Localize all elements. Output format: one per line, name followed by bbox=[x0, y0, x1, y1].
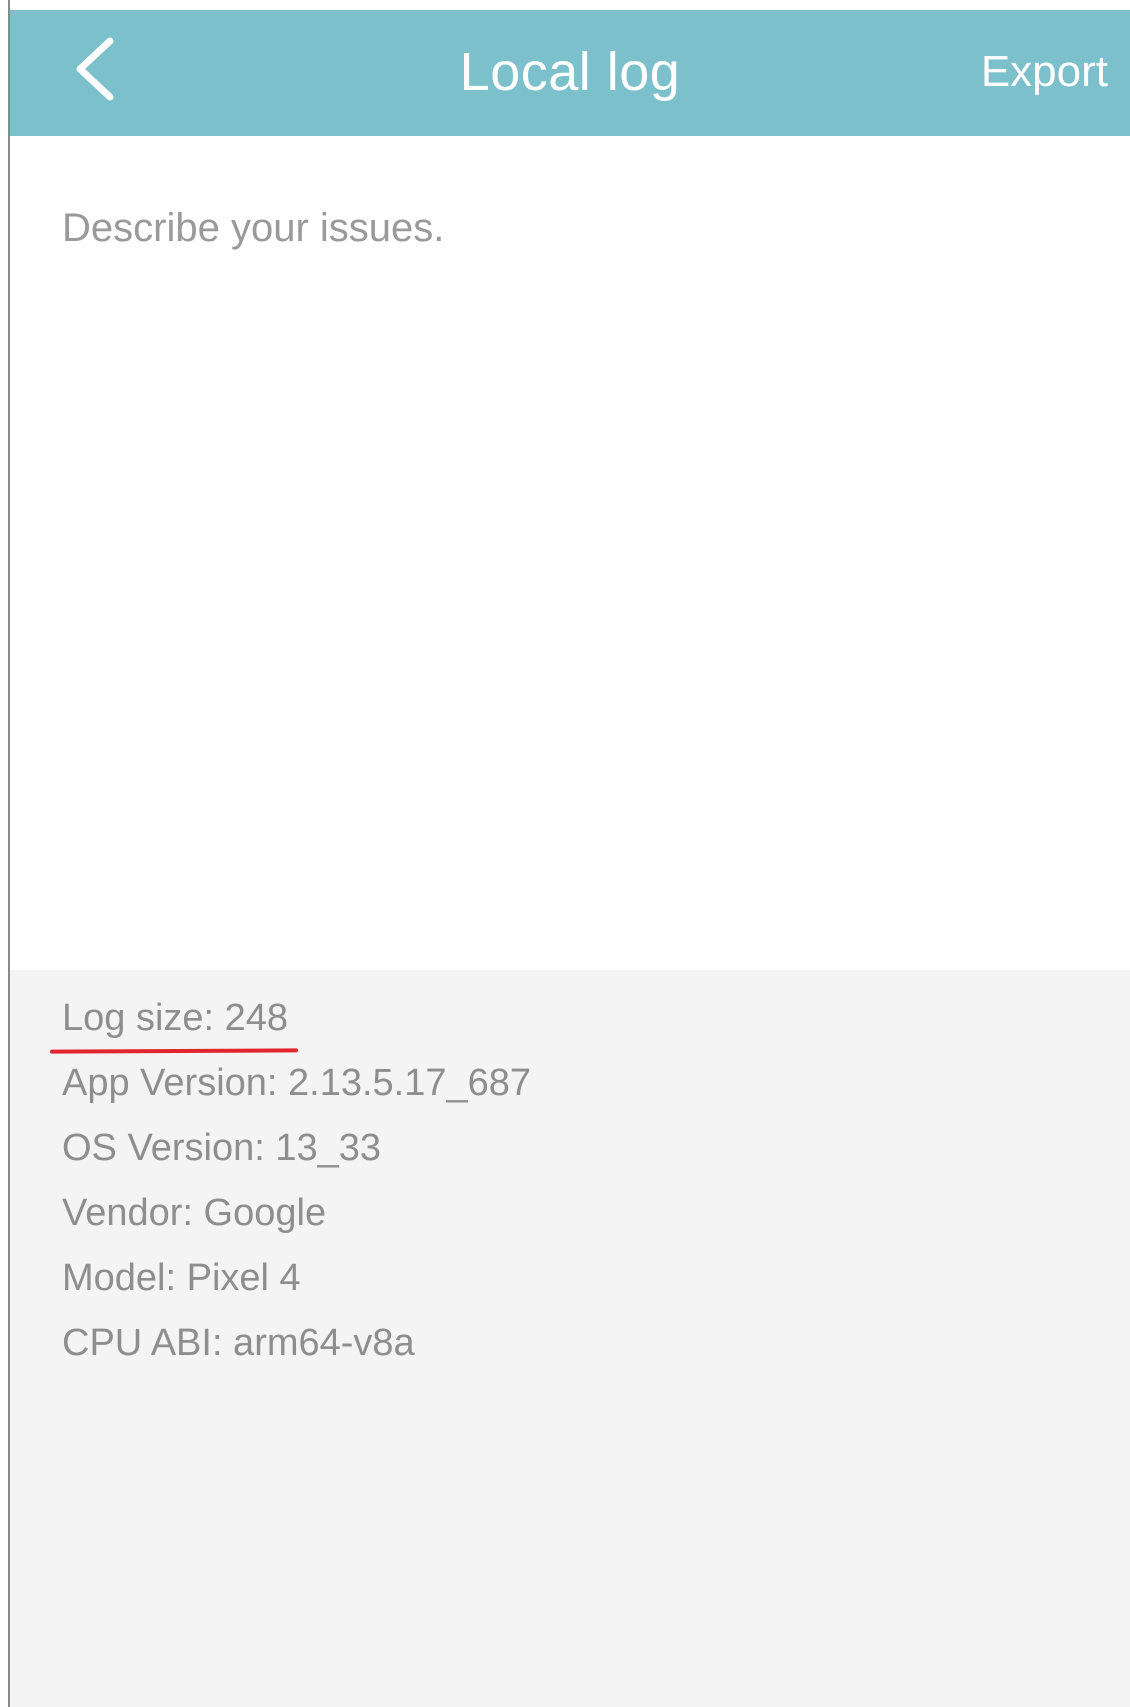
issue-description-input[interactable] bbox=[10, 136, 1130, 970]
model-text: Model: Pixel 4 bbox=[62, 1257, 301, 1299]
app-version-text: App Version: 2.13.5.17_687 bbox=[62, 1062, 532, 1104]
device-info-panel: Log size: 248 App Version: 2.13.5.17_687… bbox=[10, 970, 1130, 1707]
os-version-text: OS Version: 13_33 bbox=[62, 1127, 381, 1169]
log-size-row: Log size: 248 bbox=[49, 986, 1130, 1054]
screen: Local log Export Log size: 248 App Versi… bbox=[0, 0, 1130, 1707]
back-button[interactable] bbox=[50, 24, 140, 114]
export-button[interactable]: Export bbox=[981, 40, 1108, 104]
vendor-text: Vendor: Google bbox=[62, 1192, 327, 1234]
cpu-abi-text: CPU ABI: arm64-v8a bbox=[62, 1322, 415, 1364]
header-bar: Local log Export bbox=[10, 10, 1130, 136]
left-border bbox=[0, 0, 10, 1707]
chevron-left-icon bbox=[76, 37, 114, 101]
log-size-text: Log size: 248 bbox=[62, 997, 289, 1039]
local-log-screen: Local log Export Log size: 248 App Versi… bbox=[10, 10, 1130, 1707]
page-title: Local log bbox=[459, 42, 681, 102]
